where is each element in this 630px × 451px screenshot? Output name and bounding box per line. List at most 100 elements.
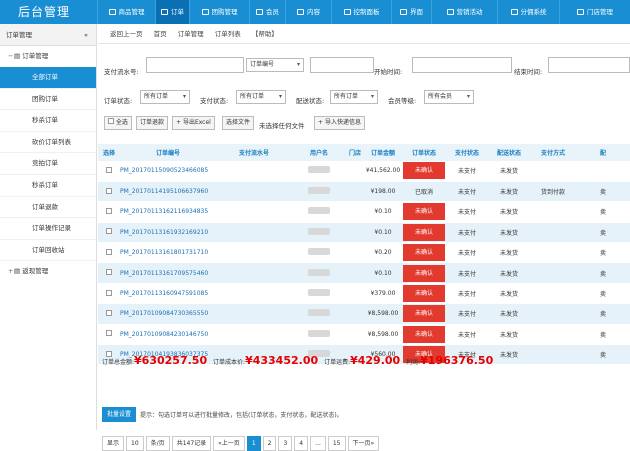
status-badge: 未确认 bbox=[403, 162, 445, 180]
row-action[interactable]: 卖 bbox=[576, 242, 630, 264]
prev-page-button[interactable]: «上一页 bbox=[213, 436, 245, 451]
order-no-link[interactable]: PM_20170115090523466085 bbox=[120, 161, 216, 182]
sidebar-group-cashback[interactable]: +▤ 返现管理 bbox=[0, 261, 96, 282]
sidebar-item-auction-orders[interactable]: 竞拍订单 bbox=[0, 153, 96, 175]
order-no-link[interactable]: PM_20170113161709575460 bbox=[120, 262, 216, 284]
order-icon bbox=[161, 9, 168, 15]
table-row[interactable]: PM_20170113160947591085 ¥379.00 未确认 未支付 未发货 卖 bbox=[98, 283, 630, 305]
row-action[interactable]: 卖 bbox=[576, 324, 630, 346]
table-row[interactable]: PM_20170109084730365550 ¥8,598.00 未确认 未支付 未发… bbox=[98, 303, 630, 325]
page-1-button[interactable]: 1 bbox=[246, 436, 261, 451]
order-amount: ¥41,562.00 bbox=[364, 161, 402, 182]
order-no-link[interactable]: PM_20170109084230146750 bbox=[120, 324, 216, 346]
nav-order[interactable]: 订单 bbox=[155, 0, 189, 24]
page-2-button[interactable]: 2 bbox=[262, 436, 277, 451]
sidebar-group-order[interactable]: −▤ 订单管理 bbox=[0, 46, 96, 67]
order-no-link[interactable]: PM_20170113161932169210 bbox=[120, 222, 216, 244]
refund-button[interactable]: 订单退款 bbox=[136, 116, 169, 130]
end-time-input[interactable] bbox=[548, 57, 630, 73]
sidebar-item-groupbuy-orders[interactable]: 团购订单 bbox=[0, 89, 96, 111]
collapse-icon[interactable]: « bbox=[84, 24, 88, 46]
checkbox-icon[interactable] bbox=[106, 228, 112, 235]
row-checkbox[interactable] bbox=[98, 161, 120, 182]
table-row[interactable]: PM_20170115090523466085 ¥41,562.00 未确认 未支付未… bbox=[98, 161, 630, 182]
table-row[interactable]: PM_20170114195106637960 ¥198.00 已取消 未支付 未发货货… bbox=[98, 181, 630, 203]
row-checkbox[interactable] bbox=[98, 201, 120, 223]
select-all-button[interactable]: 全选 bbox=[104, 116, 132, 130]
page-15-button[interactable]: 15 bbox=[327, 436, 346, 451]
nav-store[interactable]: 门店管理 bbox=[559, 0, 630, 24]
table-row[interactable]: PM_20170113161932169210 ¥0.10 未确认 未支付 未发货 卖 bbox=[98, 222, 630, 244]
sidebar-item-recycle[interactable]: 订单回收站 bbox=[0, 240, 96, 262]
nav-interface[interactable]: 界面 bbox=[391, 0, 431, 24]
page-4-button[interactable]: 4 bbox=[294, 436, 309, 451]
checkbox-icon[interactable] bbox=[106, 330, 112, 337]
row-checkbox[interactable] bbox=[98, 283, 120, 305]
member-level-select[interactable]: 所有会员 bbox=[424, 90, 474, 104]
help-link[interactable]: 【帮助】 bbox=[252, 30, 278, 38]
pay-no-input[interactable] bbox=[146, 57, 244, 73]
checkbox-icon[interactable] bbox=[106, 248, 112, 255]
nav-content[interactable]: 内容 bbox=[285, 0, 331, 24]
row-action[interactable]: 卖 bbox=[576, 222, 630, 244]
row-action[interactable]: 卖 bbox=[576, 344, 630, 366]
row-checkbox[interactable] bbox=[98, 303, 120, 325]
row-checkbox[interactable] bbox=[98, 262, 120, 284]
order-no-input[interactable] bbox=[310, 57, 374, 73]
row-action[interactable]: 卖 bbox=[576, 262, 630, 284]
page-size-input[interactable]: 10 bbox=[126, 436, 144, 451]
order-no-link[interactable]: PM_20170114195106637960 bbox=[120, 181, 216, 203]
column-header: 支付状态 bbox=[446, 144, 488, 161]
page-3-button[interactable]: 3 bbox=[278, 436, 293, 451]
checkbox-icon[interactable] bbox=[106, 187, 112, 194]
sidebar-item-seckill-orders[interactable]: 秒杀订单 bbox=[0, 110, 96, 132]
nav-marketing[interactable]: 营销活动 bbox=[431, 0, 497, 24]
row-action[interactable]: 卖 bbox=[576, 283, 630, 305]
order-no-link[interactable]: PM_20170109084730365550 bbox=[120, 303, 216, 325]
back-link[interactable]: 返回上一页 bbox=[110, 30, 143, 38]
row-action[interactable]: 卖 bbox=[576, 201, 630, 223]
ship-status-select[interactable]: 所有订单 bbox=[330, 90, 378, 104]
checkbox-icon[interactable] bbox=[106, 207, 112, 214]
choose-file-button[interactable]: 选择文件 bbox=[222, 116, 255, 130]
export-excel-button[interactable]: + 导出Excel bbox=[172, 116, 215, 130]
nav-member[interactable]: 会员 bbox=[249, 0, 285, 24]
row-action[interactable]: 卖 bbox=[576, 303, 630, 325]
checkbox-icon[interactable] bbox=[106, 289, 112, 296]
batch-setting-button[interactable]: 批量设置 bbox=[102, 407, 136, 422]
start-time-input[interactable] bbox=[412, 57, 512, 73]
table-row[interactable]: PM_20170113162116934835 ¥0.10 未确认 未支付 未发货 卖 bbox=[98, 201, 630, 223]
nav-commission[interactable]: 分佣系统 bbox=[497, 0, 559, 24]
row-action[interactable]: 卖 bbox=[576, 181, 630, 203]
checkbox-icon[interactable] bbox=[106, 309, 112, 316]
sidebar-item-seckill-orders-2[interactable]: 秒杀订单 bbox=[0, 175, 96, 197]
row-checkbox[interactable] bbox=[98, 222, 120, 244]
checkbox-icon[interactable] bbox=[106, 269, 112, 276]
home-link[interactable]: 首页 bbox=[154, 30, 167, 38]
table-row[interactable]: PM_20170109084230146750 ¥8,598.00 未确认 未支付 未发… bbox=[98, 324, 630, 346]
row-action[interactable] bbox=[576, 161, 630, 182]
order-no-link[interactable]: PM_20170113161801731710 bbox=[120, 242, 216, 264]
sidebar-item-bargain-orders[interactable]: 砍价订单列表 bbox=[0, 132, 96, 154]
nav-control-panel[interactable]: 控制面板 bbox=[331, 0, 391, 24]
crumb-order-manage[interactable]: 订单管理 bbox=[178, 30, 204, 38]
order-status-select[interactable]: 所有订单 bbox=[140, 90, 190, 104]
table-row[interactable]: PM_20170113161709575460 ¥0.10 未确认 未支付 未发货 卖 bbox=[98, 262, 630, 284]
row-checkbox[interactable] bbox=[98, 181, 120, 203]
table-row[interactable]: PM_20170113161801731710 ¥0.20 未确认 未支付 未发货 卖 bbox=[98, 242, 630, 264]
row-checkbox[interactable] bbox=[98, 324, 120, 346]
checkbox-icon[interactable] bbox=[106, 166, 112, 173]
sidebar-item-order-log[interactable]: 订单操作记录 bbox=[0, 218, 96, 240]
order-no-link[interactable]: PM_20170113160947591085 bbox=[120, 283, 216, 305]
next-page-button[interactable]: 下一页» bbox=[347, 436, 380, 451]
order-no-link[interactable]: PM_20170113162116934835 bbox=[120, 201, 216, 223]
sidebar-item-refund[interactable]: 订单退款 bbox=[0, 197, 96, 219]
nav-groupbuy[interactable]: 团购管理 bbox=[189, 0, 249, 24]
nav-goods[interactable]: 商品管理 bbox=[97, 0, 155, 24]
order-field-select[interactable]: 订单编号 bbox=[246, 58, 304, 72]
blurred-username bbox=[308, 248, 330, 256]
row-checkbox[interactable] bbox=[98, 242, 120, 264]
sidebar-item-all-orders[interactable]: 全部订单 bbox=[0, 67, 96, 89]
pay-status-select[interactable]: 所有订单 bbox=[236, 90, 286, 104]
import-express-button[interactable]: + 导入快递信息 bbox=[314, 116, 365, 130]
